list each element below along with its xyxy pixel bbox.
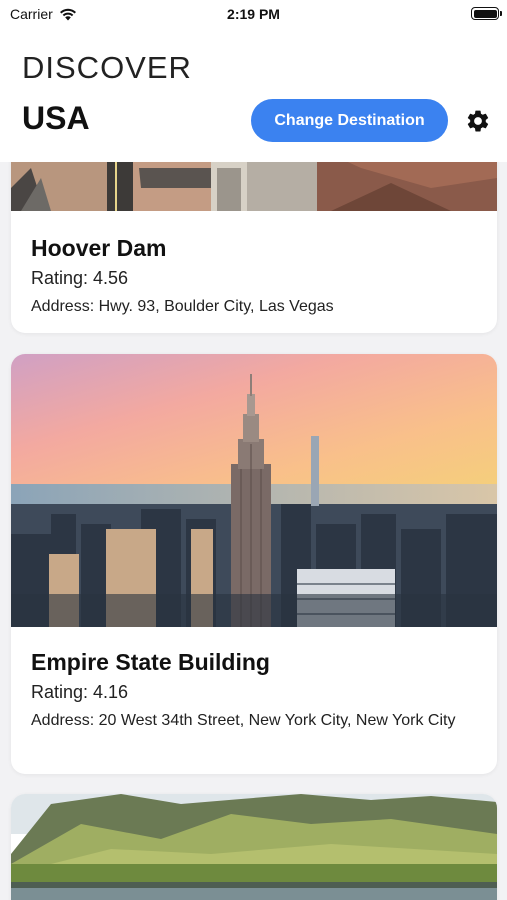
battery-icon [471, 7, 502, 20]
place-rating: Rating: 4.16 [31, 682, 129, 702]
change-destination-button[interactable]: Change Destination [251, 99, 448, 142]
clock: 2:19 PM [227, 6, 280, 22]
page-title: DISCOVER [22, 50, 192, 85]
place-address: Address: 20 West 34th Street, New York C… [31, 712, 456, 729]
header: DISCOVER USA Change Destination [0, 30, 507, 162]
places-list[interactable]: Hoover Dam Rating: 4.56 Address: Hwy. 93… [0, 162, 507, 900]
place-name: Empire State Building [31, 649, 270, 675]
city-skyline-photo [11, 354, 497, 627]
place-rating: Rating: 4.56 [31, 268, 129, 288]
mountain-lake-photo [11, 794, 497, 900]
gear-icon[interactable] [465, 108, 491, 134]
place-card[interactable] [11, 794, 497, 900]
place-card[interactable]: Hoover Dam Rating: 4.56 Address: Hwy. 93… [11, 162, 497, 333]
status-bar: Carrier 2:19 PM [0, 0, 507, 30]
place-address: Address: Hwy. 93, Boulder City, Las Vega… [31, 298, 334, 315]
place-name: Hoover Dam [31, 235, 167, 261]
place-card[interactable]: Empire State Building Rating: 4.16 Addre… [11, 354, 497, 774]
canyon-road-photo [11, 162, 497, 211]
country-title: USA [22, 100, 90, 136]
